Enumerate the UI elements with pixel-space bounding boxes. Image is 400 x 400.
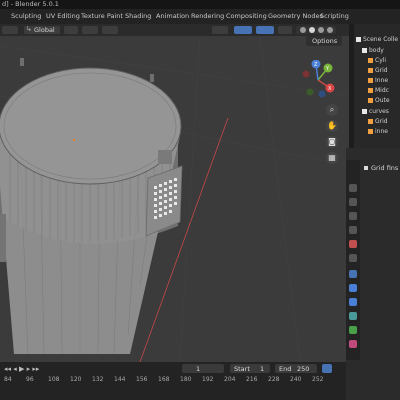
object-data-icon	[364, 166, 368, 170]
outliner-scene-collection[interactable]: Scene Colle	[356, 36, 398, 45]
tab-scripting[interactable]: Scripting	[320, 12, 349, 20]
cylinder-top-cap	[0, 67, 182, 185]
curve-icon	[368, 119, 373, 124]
outliner-item[interactable]: curves	[362, 108, 389, 117]
collection-icon	[356, 37, 361, 42]
outliner-item[interactable]: Inne	[368, 77, 388, 86]
constraints-tab-icon[interactable]	[349, 326, 357, 334]
tab-rendering[interactable]: Rendering	[191, 12, 224, 20]
playback-controls-icon[interactable]: ◂◂ ◂ ▶ ▸ ▸▸	[4, 365, 39, 373]
outliner-item[interactable]: Grid	[368, 118, 388, 127]
modifier-tab-icon[interactable]	[349, 284, 357, 292]
solid-shading-icon[interactable]	[309, 27, 315, 33]
mesh-icon	[368, 88, 373, 93]
tab-texture-paint[interactable]: Texture Paint	[81, 12, 123, 20]
outliner-panel: Scene Colle body Cyli Grid Inne Midc Out…	[354, 24, 400, 148]
timeline-panel: ◂◂ ◂ ▶ ▸ ▸▸ 1 Start 1 End 250 84 96 108 …	[0, 362, 346, 400]
keyframe-toggle-icon[interactable]	[322, 364, 332, 373]
pan-hand-icon[interactable]: ✋	[326, 120, 338, 132]
viewport-header: ↳ Global	[0, 24, 349, 36]
wireframe-shading-icon[interactable]	[300, 27, 306, 33]
orientation-dropdown[interactable]: ↳ Global	[24, 25, 60, 34]
window-titlebar: d] - Blender 5.0.1	[0, 0, 400, 9]
grid-icon[interactable]: ▦	[326, 152, 338, 164]
collection-icon	[362, 109, 367, 114]
orientation-icon: ↳	[26, 25, 32, 33]
camera-icon[interactable]: ◙	[326, 136, 338, 148]
top-leg-right	[150, 74, 154, 82]
scene-tab-icon[interactable]	[349, 240, 357, 248]
workspace-tabs: Sculpting UV Editing Texture Paint Shadi…	[0, 9, 400, 24]
pivot-button[interactable]	[64, 26, 78, 34]
gizmo-z-label: Z	[314, 62, 318, 68]
mesh-icon	[368, 68, 373, 73]
start-frame-field[interactable]: Start 1	[230, 364, 270, 373]
options-label: Options	[312, 37, 338, 45]
gizmo-x-label: X	[328, 86, 332, 92]
end-frame-field[interactable]: End 250	[275, 364, 317, 373]
outliner-item[interactable]: Oute	[368, 97, 390, 106]
proportional-edit-button[interactable]	[102, 26, 118, 34]
snap-button[interactable]	[82, 26, 98, 34]
current-frame-field[interactable]: 1	[182, 364, 224, 373]
particles-tab-icon[interactable]	[349, 298, 357, 306]
properties-tab-bar	[346, 160, 360, 360]
material-shading-icon[interactable]	[318, 27, 324, 33]
mesh-icon	[368, 78, 373, 83]
frame-ruler[interactable]: 84 96 108 120 132 144 156 168 180 192 20…	[0, 376, 346, 388]
mode-menu-button[interactable]	[2, 26, 18, 34]
visibility-button[interactable]	[212, 26, 228, 34]
tab-shading[interactable]: Shading	[125, 12, 151, 20]
gizmo-neg-x	[302, 70, 310, 78]
object-tab-icon[interactable]	[349, 270, 357, 278]
tab-animation[interactable]: Animation	[156, 12, 189, 20]
curve-icon	[368, 129, 373, 134]
outliner-item[interactable]: Cyli	[368, 57, 386, 66]
outliner-item[interactable]: Grid	[368, 67, 388, 76]
view-layer-tab-icon[interactable]	[349, 226, 357, 234]
world-tab-icon[interactable]	[349, 254, 357, 262]
zoom-icon[interactable]: ⌕	[326, 104, 338, 116]
3d-viewport[interactable]: Options X Y Z ⌕ ✋ ◙ ▦	[0, 36, 349, 362]
render-tab-icon[interactable]	[349, 198, 357, 206]
gizmo-toggle-button[interactable]	[234, 26, 252, 34]
gizmo-neg-z	[318, 90, 326, 98]
outliner-item[interactable]: inne	[368, 128, 388, 137]
rendered-shading-icon[interactable]	[327, 27, 333, 33]
physics-tab-icon[interactable]	[349, 312, 357, 320]
tab-geometry-nodes[interactable]: Geometry Nodes	[268, 12, 323, 20]
shading-mode-buttons[interactable]	[296, 26, 336, 34]
output-tab-icon[interactable]	[349, 212, 357, 220]
viewport-scene	[0, 36, 349, 362]
tool-tab-icon[interactable]	[349, 184, 357, 192]
tab-uv-editing[interactable]: UV Editing	[46, 12, 80, 20]
mesh-icon	[368, 98, 373, 103]
material-tab-icon[interactable]	[349, 340, 357, 348]
navigation-gizmo[interactable]: X Y Z	[298, 60, 338, 100]
top-leg-left	[20, 58, 24, 66]
grid-fin-left	[0, 214, 6, 262]
options-button[interactable]: Options	[306, 36, 342, 46]
outliner-item[interactable]: body	[362, 47, 384, 56]
origin-point	[72, 138, 76, 142]
window-title: d] - Blender 5.0.1	[2, 0, 59, 8]
orientation-label: Global	[34, 26, 55, 34]
object-name-field[interactable]: Grid fins	[364, 164, 398, 174]
xray-toggle-button[interactable]	[278, 26, 292, 34]
mesh-icon	[368, 58, 373, 63]
outliner-item[interactable]: Midc	[368, 87, 389, 96]
tab-compositing[interactable]: Compositing	[226, 12, 267, 20]
collection-icon	[362, 48, 367, 53]
tab-sculpting[interactable]: Sculpting	[11, 12, 41, 20]
overlay-toggle-button[interactable]	[256, 26, 274, 34]
gizmo-neg-y	[306, 88, 314, 96]
